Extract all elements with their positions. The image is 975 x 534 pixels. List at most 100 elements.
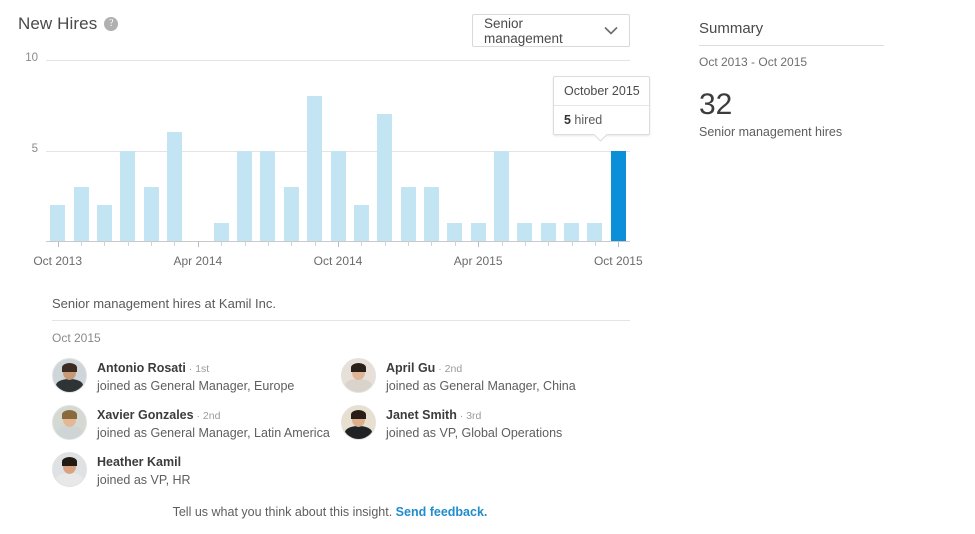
axis-tick bbox=[174, 241, 175, 246]
person-name-text[interactable]: Xavier Gonzales bbox=[97, 408, 194, 422]
chart-bar[interactable] bbox=[377, 114, 393, 241]
person-name: Heather Kamil bbox=[97, 451, 191, 472]
chart-bar[interactable] bbox=[353, 204, 369, 241]
person-name-text[interactable]: Janet Smith bbox=[386, 408, 457, 422]
x-axis-tick-label: Oct 2015 bbox=[593, 254, 643, 268]
person-role: joined as VP, HR bbox=[97, 472, 191, 487]
x-axis-ticks bbox=[46, 241, 630, 247]
axis-tick bbox=[572, 241, 573, 246]
axis-tick bbox=[618, 241, 619, 247]
chart-bar[interactable] bbox=[120, 150, 136, 241]
list-item[interactable]: April Gu · 2nd joined as General Manager,… bbox=[341, 352, 630, 399]
person-role: joined as VP, Global Operations bbox=[386, 425, 563, 440]
chart-bar[interactable] bbox=[260, 150, 276, 241]
axis-tick bbox=[81, 241, 82, 246]
axis-tick bbox=[478, 241, 479, 247]
chart-bar[interactable] bbox=[237, 150, 253, 241]
axis-tick bbox=[361, 241, 362, 246]
chart-bar[interactable] bbox=[564, 222, 580, 241]
axis-tick bbox=[455, 241, 456, 246]
tooltip-arrow bbox=[592, 134, 608, 142]
person-text: April Gu · 2nd joined as General Manager,… bbox=[386, 357, 576, 395]
axis-tick bbox=[548, 241, 549, 246]
feedback-footer: Tell us what you think about this insigh… bbox=[0, 505, 660, 519]
person-text: Antonio Rosati · 1st joined as General Ma… bbox=[97, 357, 294, 395]
tooltip-month: October 2015 bbox=[554, 77, 649, 106]
chart-bar[interactable] bbox=[540, 222, 556, 241]
tooltip-count-value: 5 bbox=[564, 113, 571, 127]
person-text: Janet Smith · 3rd joined as VP, Global Op… bbox=[386, 404, 562, 442]
help-icon[interactable]: ? bbox=[104, 17, 119, 31]
people-list: Antonio Rosati · 1st joined as General Ma… bbox=[52, 352, 630, 493]
chart-bar[interactable] bbox=[610, 150, 626, 241]
chart-bar[interactable] bbox=[283, 186, 299, 241]
list-item[interactable]: Heather Kamil joined as VP, HR bbox=[52, 446, 341, 493]
avatar[interactable] bbox=[52, 405, 87, 440]
person-name: Janet Smith · 3rd bbox=[386, 404, 562, 425]
avatar[interactable] bbox=[52, 452, 87, 487]
list-item[interactable]: Janet Smith · 3rd joined as VP, Global Op… bbox=[341, 399, 630, 446]
chart-bar[interactable] bbox=[143, 186, 159, 241]
axis-tick bbox=[58, 241, 59, 247]
x-axis-tick-label: Apr 2015 bbox=[453, 254, 503, 268]
axis-tick bbox=[431, 241, 432, 246]
axis-tick bbox=[221, 241, 222, 246]
axis-tick bbox=[104, 241, 105, 246]
summary-title: Summary bbox=[699, 20, 764, 37]
list-item[interactable]: Antonio Rosati · 1st joined as General Ma… bbox=[52, 352, 341, 399]
chart-bar[interactable] bbox=[307, 96, 323, 241]
hires-list-section: Senior management hires at Kamil Inc. Oc… bbox=[52, 296, 630, 493]
avatar[interactable] bbox=[52, 358, 87, 393]
person-role: joined as General Manager, Europe bbox=[97, 378, 295, 393]
axis-tick bbox=[502, 241, 503, 246]
y-axis-labels: 5 10 bbox=[8, 52, 38, 250]
avatar[interactable] bbox=[341, 358, 376, 393]
y-axis-tick-label: 10 bbox=[25, 52, 38, 64]
send-feedback-link[interactable]: Send feedback. bbox=[396, 505, 488, 519]
chart-bar[interactable] bbox=[213, 222, 229, 241]
tooltip-count: 5 hired bbox=[554, 106, 649, 134]
chart-bar[interactable] bbox=[517, 222, 533, 241]
person-name-text[interactable]: Heather Kamil bbox=[97, 455, 181, 469]
chart-bar[interactable] bbox=[73, 186, 89, 241]
chart-bar[interactable] bbox=[587, 222, 603, 241]
chart-bar[interactable] bbox=[330, 150, 346, 241]
person-text: Xavier Gonzales · 2nd joined as General M… bbox=[97, 404, 330, 442]
y-axis-tick-label: 5 bbox=[31, 142, 38, 155]
axis-tick bbox=[385, 241, 386, 246]
axis-tick bbox=[315, 241, 316, 246]
axis-tick bbox=[128, 241, 129, 246]
axis-tick bbox=[595, 241, 596, 246]
chart-bar[interactable] bbox=[423, 186, 439, 241]
axis-tick bbox=[151, 241, 152, 246]
role-filter-dropdown[interactable]: Senior management bbox=[472, 14, 630, 47]
bar-tooltip: October 2015 5 hired bbox=[553, 76, 650, 135]
list-item[interactable]: Xavier Gonzales · 2nd joined as General M… bbox=[52, 399, 341, 446]
chart-bar[interactable] bbox=[447, 222, 463, 241]
chart-bar[interactable] bbox=[400, 186, 416, 241]
chevron-down-icon bbox=[604, 22, 618, 40]
summary-total: 32 bbox=[699, 88, 733, 121]
chart-bar[interactable] bbox=[494, 150, 510, 241]
avatar[interactable] bbox=[341, 405, 376, 440]
chart-bar[interactable] bbox=[166, 132, 182, 241]
person-name: Xavier Gonzales · 2nd bbox=[97, 404, 330, 425]
chart-bar[interactable] bbox=[50, 204, 66, 241]
x-axis-tick-label: Oct 2014 bbox=[313, 254, 363, 268]
axis-tick bbox=[198, 241, 199, 247]
axis-tick bbox=[268, 241, 269, 246]
person-role: joined as General Manager, Latin America bbox=[97, 425, 330, 440]
axis-tick bbox=[291, 241, 292, 246]
summary-date-range: Oct 2013 - Oct 2015 bbox=[699, 55, 808, 69]
x-axis-tick-label: Apr 2014 bbox=[173, 254, 223, 268]
chart-bar[interactable] bbox=[470, 222, 486, 241]
chart-bar[interactable] bbox=[96, 204, 112, 241]
person-name-text[interactable]: Antonio Rosati bbox=[97, 361, 186, 375]
connection-degree-badge: · 3rd bbox=[456, 409, 482, 422]
summary-panel: Summary Oct 2013 - Oct 2015 32 Senior ma… bbox=[699, 20, 899, 139]
person-name-text[interactable]: April Gu bbox=[386, 361, 435, 375]
person-name: April Gu · 2nd bbox=[386, 357, 576, 378]
insight-panel: New Hires ? Senior management 5 10 Oct 20… bbox=[0, 0, 975, 534]
x-axis-labels: Oct 2013 Apr 2014 Oct 2014 Apr 2015 Oct 2015 bbox=[33, 254, 642, 270]
feedback-text: Tell us what you think about this insigh… bbox=[172, 505, 393, 519]
